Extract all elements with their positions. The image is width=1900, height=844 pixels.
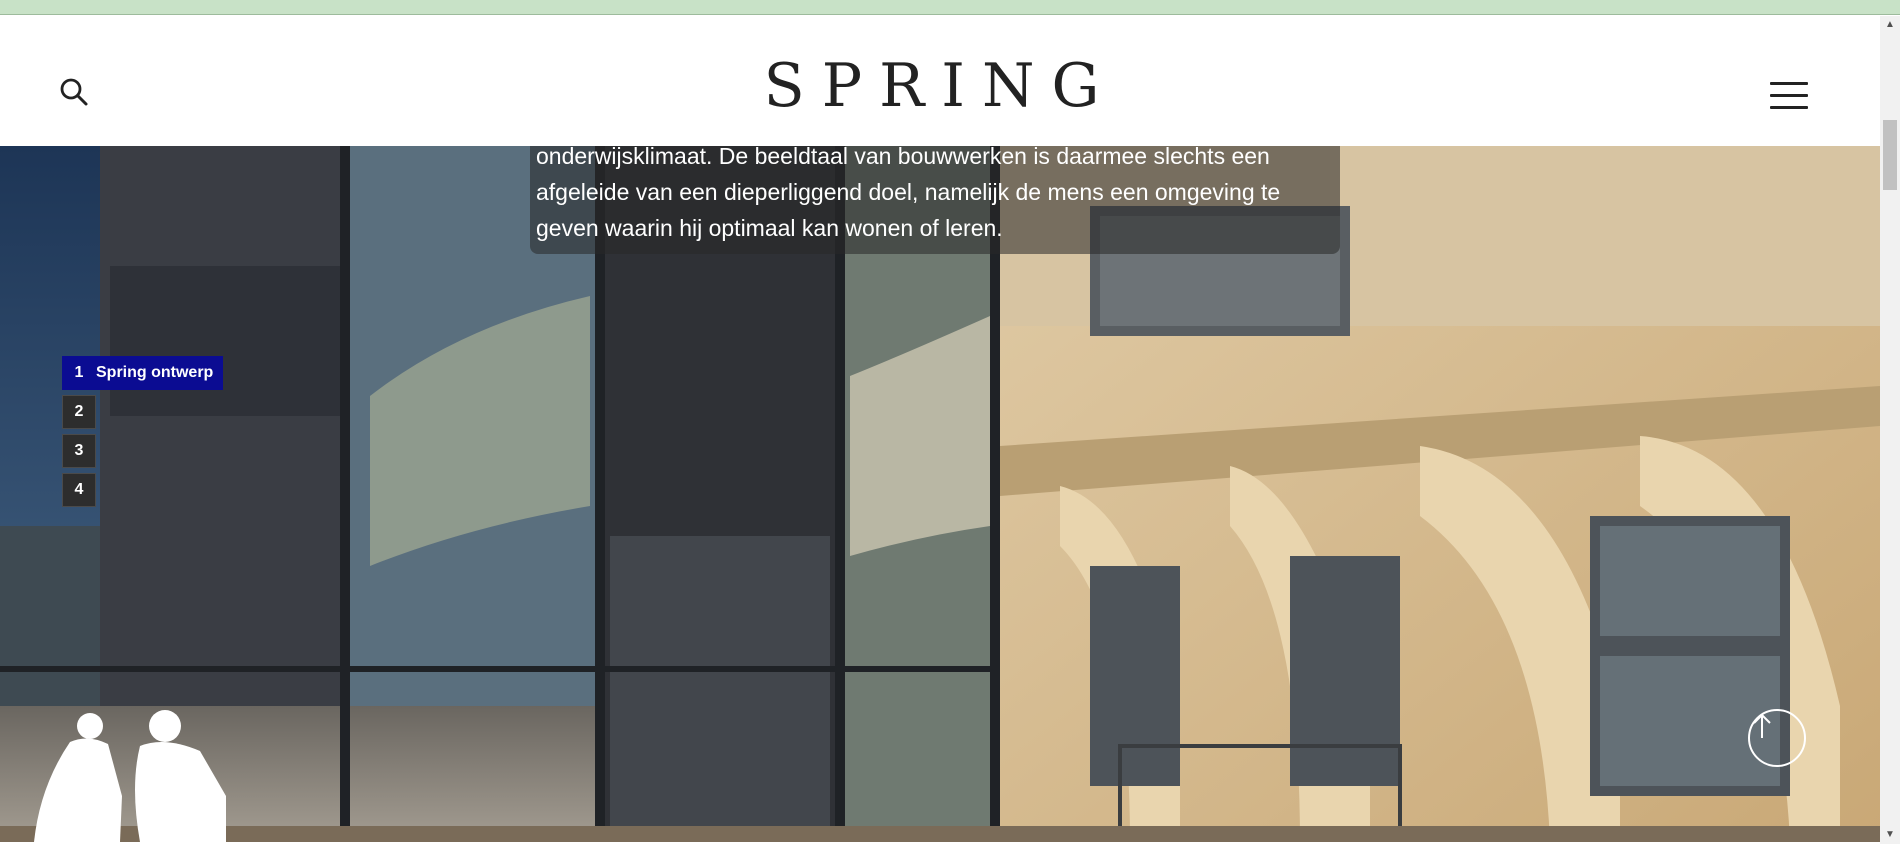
site-logo[interactable]: SPRING: [720, 46, 1160, 126]
page-scrollbar[interactable]: ▲ ▼: [1880, 16, 1900, 844]
step-number: 1: [62, 356, 96, 390]
search-button[interactable]: [58, 76, 94, 112]
step-2[interactable]: 2: [62, 395, 223, 429]
site-header: SPRING: [0, 16, 1880, 146]
arrow-up-icon: [1753, 713, 1771, 738]
step-number: 4: [62, 473, 96, 507]
step-1[interactable]: 1 Spring ontwerp: [62, 356, 224, 390]
intro-line-1: onderwijsklimaat. De beeldtaal van bouww…: [536, 146, 1270, 169]
hamburger-menu-icon[interactable]: [1770, 82, 1808, 112]
scroll-to-top-button[interactable]: [1748, 709, 1806, 767]
step-number: 3: [62, 434, 96, 468]
step-label: Spring ontwerp: [96, 356, 224, 390]
top-strip: [0, 0, 1900, 15]
scrollbar-thumb[interactable]: [1883, 120, 1897, 190]
section-steps-nav: 1 Spring ontwerp 2 3 4: [62, 356, 224, 512]
intro-text-box: onderwijsklimaat. De beeldtaal van bouww…: [530, 146, 1340, 254]
search-icon: [60, 78, 88, 106]
step-3[interactable]: 3: [62, 434, 223, 468]
scroll-down-arrow-icon[interactable]: ▼: [1880, 826, 1900, 844]
intro-line-3: geven waarin hij optimaal kan wonen of l…: [536, 215, 1003, 241]
hero-image: onderwijsklimaat. De beeldtaal van bouww…: [0, 146, 1880, 842]
intro-line-2: afgeleide van een dieperliggend doel, na…: [536, 179, 1281, 205]
step-4[interactable]: 4: [62, 473, 223, 507]
scroll-up-arrow-icon[interactable]: ▲: [1880, 16, 1900, 34]
step-number: 2: [62, 395, 96, 429]
